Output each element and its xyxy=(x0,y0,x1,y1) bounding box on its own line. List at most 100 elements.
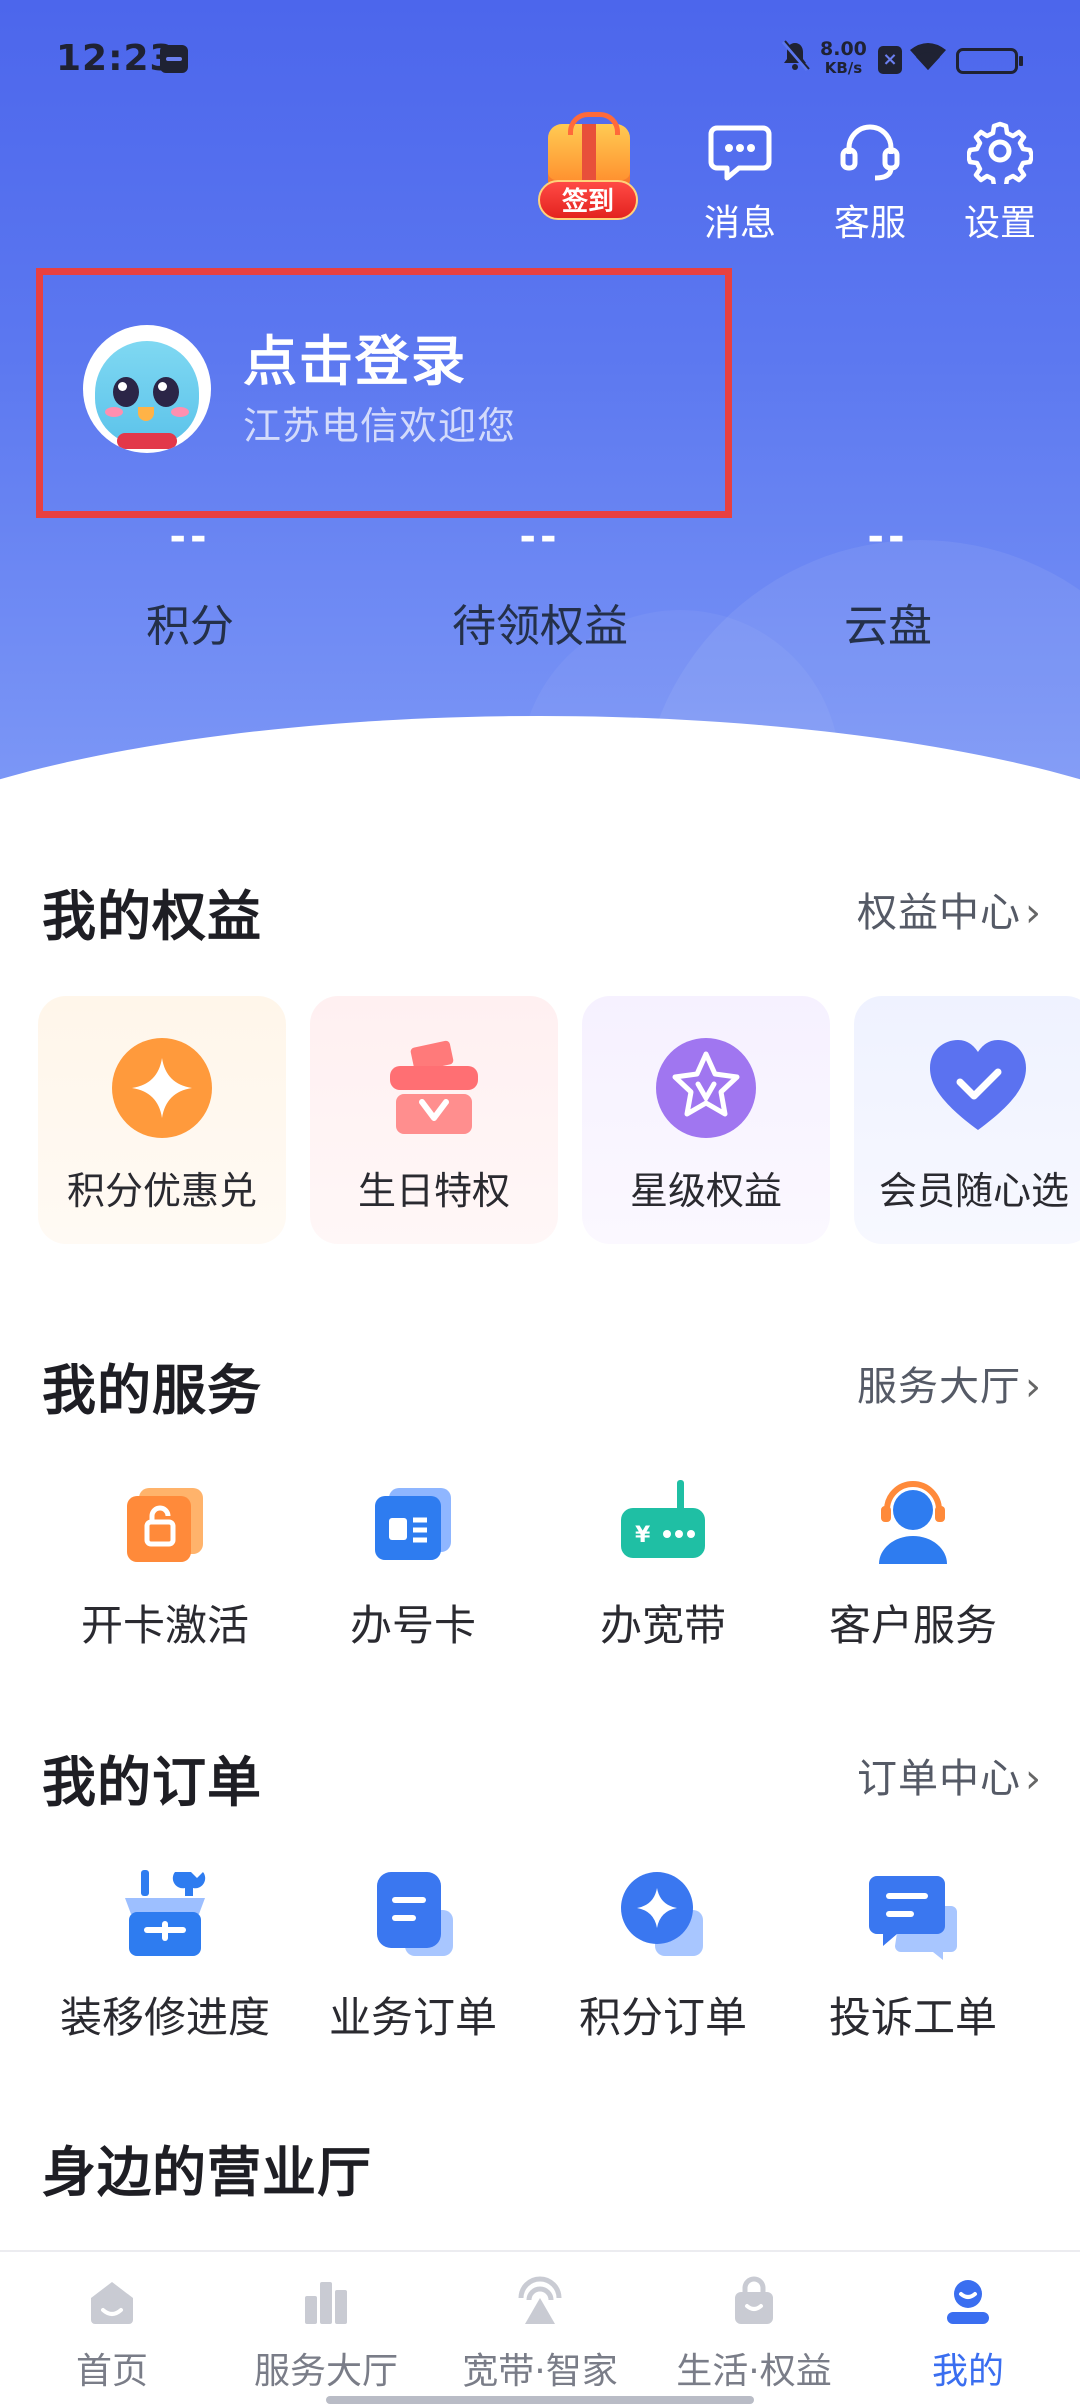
mascot-eye xyxy=(153,377,179,407)
sim-x-icon: × xyxy=(878,46,902,74)
order-label: 装移修进度 xyxy=(59,1993,270,2042)
benefit-points-exchange[interactable]: 积分优惠兑 xyxy=(38,996,286,1244)
points-star-icon xyxy=(112,1038,212,1138)
benefits-center-link[interactable]: 权益中心 › xyxy=(857,880,1042,938)
chevron-right-icon: › xyxy=(1025,1756,1042,1802)
services-title: 我的服务 xyxy=(42,1359,262,1422)
nav-home[interactable]: 首页 xyxy=(4,2274,220,2394)
nav-service-hall[interactable]: 服务大厅 xyxy=(218,2274,434,2394)
nav-mine[interactable]: 我的 xyxy=(860,2274,1076,2394)
order-label: 业务订单 xyxy=(328,1993,497,2042)
service-customer-service[interactable]: 客户服务 xyxy=(788,1474,1038,1653)
service-label: 办号卡 xyxy=(349,1601,476,1650)
service-hall-label: 服务大厅 xyxy=(857,1364,1021,1410)
message-icon xyxy=(708,125,772,181)
order-label: 积分订单 xyxy=(578,1993,747,2042)
profile-page: 12:23 8.00 KB/s × 签到 消息 客服 设置 点击登录 江苏电信欢… xyxy=(0,0,1080,2408)
service-hall-link[interactable]: 服务大厅 › xyxy=(857,1354,1042,1412)
toolbox-icon xyxy=(125,1870,206,1956)
status-bar: 12:23 8.00 KB/s × xyxy=(0,0,1080,120)
chevron-right-icon: › xyxy=(1025,890,1042,936)
service-broadband[interactable]: ¥ 办宽带 xyxy=(538,1474,788,1653)
benefit-label: 会员随心选 xyxy=(878,1169,1069,1213)
order-complaint[interactable]: 投诉工单 xyxy=(788,1866,1038,2045)
order-center-link[interactable]: 订单中心 › xyxy=(857,1746,1042,1804)
login-subtitle: 江苏电信欢迎您 xyxy=(243,404,517,448)
net-speed-unit: KB/s xyxy=(824,59,863,77)
points-order-icon xyxy=(621,1872,703,1956)
stat-pending-benefits[interactable]: -- 待领权益 xyxy=(410,514,670,654)
login-title[interactable]: 点击登录 xyxy=(243,317,467,396)
order-install-progress[interactable]: 装移修进度 xyxy=(40,1866,290,2045)
status-time: 12:23 xyxy=(56,38,176,79)
nav-broadband-home[interactable]: 宽带·智家 xyxy=(432,2274,648,2394)
settings-label: 设置 xyxy=(963,203,1036,244)
avatar[interactable] xyxy=(83,325,211,453)
complaint-chat-icon xyxy=(869,1876,957,1960)
net-speed-value: 8.00 xyxy=(820,38,867,60)
signin-label: 签到 xyxy=(538,180,638,220)
settings-button[interactable]: 设置 xyxy=(950,118,1050,246)
nav-label: 首页 xyxy=(75,2351,148,2392)
nearby-title: 身边的营业厅 xyxy=(42,2141,372,2204)
headset-icon xyxy=(840,124,900,181)
svg-text:¥: ¥ xyxy=(635,1523,651,1548)
stat-cloud-disk-label: 云盘 xyxy=(844,601,932,652)
profile-icon xyxy=(947,2280,989,2324)
benefit-member-choice[interactable]: 会员随心选 xyxy=(854,996,1080,1244)
stat-pending-benefits-value: -- xyxy=(519,514,561,560)
card-lock-icon xyxy=(127,1488,203,1562)
order-doc-icon xyxy=(377,1872,453,1956)
gear-icon xyxy=(967,121,1033,184)
mascot-eye xyxy=(113,377,139,407)
chevron-right-icon: › xyxy=(1025,1364,1042,1410)
bell-muted-icon xyxy=(780,40,810,81)
home-icon xyxy=(91,2282,133,2324)
service-label: 客户服务 xyxy=(828,1601,997,1650)
customer-agent-icon xyxy=(879,1481,947,1564)
stat-cloud-disk[interactable]: -- 云盘 xyxy=(758,514,1018,654)
mascot-scarf xyxy=(117,433,177,449)
benefit-birthday[interactable]: 生日特权 xyxy=(310,996,558,1244)
messages-label: 消息 xyxy=(703,203,776,244)
birthday-cake-icon xyxy=(390,1040,478,1134)
nav-label: 服务大厅 xyxy=(253,2351,398,2392)
nav-life-benefits[interactable]: 生活·权益 xyxy=(646,2274,862,2394)
sim-card-icon xyxy=(375,1488,451,1560)
order-business[interactable]: 业务订单 xyxy=(288,1866,538,2045)
service-label: 办宽带 xyxy=(599,1601,726,1650)
order-points[interactable]: 积分订单 xyxy=(538,1866,788,2045)
customer-service-label: 客服 xyxy=(833,203,906,244)
benefit-star-level[interactable]: 星级权益 xyxy=(582,996,830,1244)
router-icon: ¥ xyxy=(621,1480,705,1558)
home-indicator[interactable] xyxy=(326,2396,754,2404)
wifi-icon xyxy=(908,40,948,74)
customer-service-button[interactable]: 客服 xyxy=(820,118,920,246)
order-center-label: 订单中心 xyxy=(857,1756,1021,1802)
stat-cloud-disk-value: -- xyxy=(867,514,909,560)
service-card-activation[interactable]: 开卡激活 xyxy=(40,1474,290,1653)
nav-label: 生活·权益 xyxy=(676,2351,832,2392)
stat-points-label: 积分 xyxy=(146,601,234,652)
nav-label: 我的 xyxy=(931,2351,1004,2392)
heart-check-icon xyxy=(930,1040,1026,1130)
profile-header: 12:23 8.00 KB/s × 签到 消息 客服 设置 点击登录 江苏电信欢… xyxy=(0,0,1080,790)
benefit-label: 星级权益 xyxy=(629,1169,782,1213)
battery-icon xyxy=(956,48,1023,74)
service-label: 开卡激活 xyxy=(80,1601,249,1650)
benefit-label: 生日特权 xyxy=(357,1169,510,1213)
messages-button[interactable]: 消息 xyxy=(690,118,790,246)
service-hall-icon xyxy=(305,2282,347,2324)
orders-title: 我的订单 xyxy=(42,1751,262,1814)
order-label: 投诉工单 xyxy=(828,1993,997,2042)
login-card[interactable]: 点击登录 江苏电信欢迎您 xyxy=(36,268,732,518)
stat-points-value: -- xyxy=(169,514,211,560)
mascot-cheek xyxy=(171,407,189,417)
signin-button[interactable]: 签到 xyxy=(534,112,644,220)
bird-mascot-icon xyxy=(95,341,199,445)
gift-icon xyxy=(548,112,630,188)
service-sim-card[interactable]: 办号卡 xyxy=(288,1474,538,1653)
stat-points[interactable]: -- 积分 xyxy=(60,514,320,654)
shopping-bag-icon xyxy=(735,2276,773,2324)
benefits-title: 我的权益 xyxy=(42,885,262,948)
